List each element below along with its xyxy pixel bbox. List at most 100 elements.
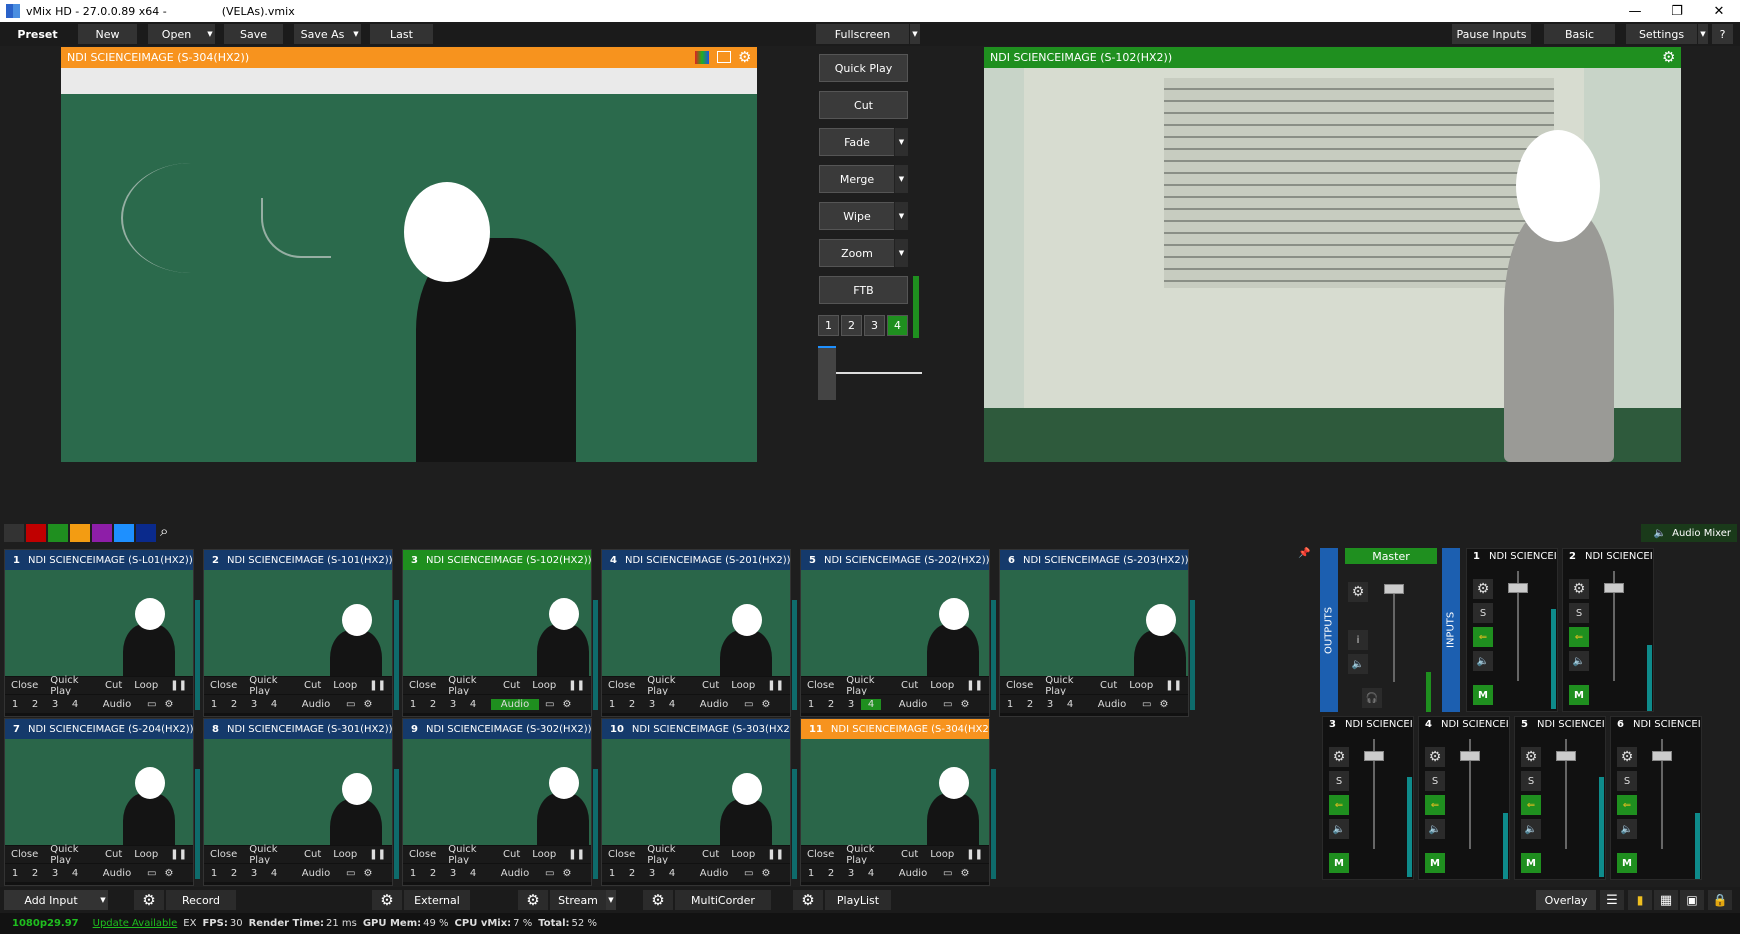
layer-button[interactable]: 3	[45, 699, 65, 710]
input-gear-icon[interactable]: ⚙	[761, 868, 770, 879]
input-close-button[interactable]: Close	[608, 849, 635, 860]
multicorder-gear-icon[interactable]: ⚙	[643, 890, 673, 910]
input-close-button[interactable]: Close	[409, 849, 436, 860]
outputs-tab[interactable]: OUTPUTS	[1320, 548, 1338, 712]
list-view-icon[interactable]: ☰	[1600, 890, 1624, 910]
input-quick-play-button[interactable]: Quick Play	[647, 675, 690, 697]
input-gear-icon[interactable]: ⚙	[761, 699, 770, 710]
input-close-button[interactable]: Close	[608, 680, 635, 691]
input-cut-button[interactable]: Cut	[304, 849, 321, 860]
input-cut-button[interactable]: Cut	[901, 680, 918, 691]
input-quick-play-button[interactable]: Quick Play	[846, 844, 889, 866]
input-quick-play-button[interactable]: Quick Play	[448, 675, 491, 697]
preset-button[interactable]: Preset	[10, 24, 66, 44]
input-thumbnail[interactable]	[602, 570, 790, 676]
input-cut-button[interactable]: Cut	[503, 849, 520, 860]
layer-button[interactable]: 3	[244, 868, 264, 879]
input-audio-button[interactable]: Audio	[292, 868, 340, 879]
color-filter-red[interactable]	[26, 524, 46, 542]
input-thumbnail[interactable]	[801, 570, 989, 676]
input-tile[interactable]: 9 NDI SCIENCEIMAGE (S-302(HX2)) Close Quick…	[402, 718, 598, 886]
layer-button[interactable]: 1	[602, 868, 622, 879]
pin-icon[interactable]: 📌	[1298, 548, 1310, 564]
new-button[interactable]: New	[78, 24, 138, 44]
input-loop-button[interactable]: Loop	[731, 680, 755, 691]
input-close-button[interactable]: Close	[11, 680, 38, 691]
record-button[interactable]: Record	[166, 890, 236, 910]
input-audio-button[interactable]: Audio	[292, 699, 340, 710]
input-quick-play-button[interactable]: Quick Play	[249, 675, 292, 697]
pause-icon[interactable]: ❚❚	[1165, 680, 1182, 691]
overlay-button[interactable]: Overlay	[1536, 890, 1596, 910]
input-gear-icon[interactable]: ⚙	[164, 868, 173, 879]
open-button[interactable]: Open	[148, 24, 206, 44]
mute-button[interactable]: M	[1329, 853, 1349, 873]
input-tile[interactable]: 2 NDI SCIENCEIMAGE (S-101(HX2)) Close Quick…	[203, 549, 399, 717]
pause-icon[interactable]: ❚❚	[568, 680, 585, 691]
pause-icon[interactable]: ❚❚	[767, 680, 784, 691]
layer-button[interactable]: 1	[1000, 699, 1020, 710]
layer-button[interactable]: 3	[1040, 699, 1060, 710]
mute-button[interactable]: M	[1425, 853, 1445, 873]
layer-button[interactable]: 2	[423, 699, 443, 710]
input-header[interactable]: 8 NDI SCIENCEIMAGE (S-301(HX2))	[204, 719, 392, 739]
input-thumbnail[interactable]	[5, 570, 193, 676]
lock-icon[interactable]: 🔒	[1708, 890, 1732, 910]
input-close-button[interactable]: Close	[409, 680, 436, 691]
record-gear-icon[interactable]: ⚙	[134, 890, 164, 910]
input-thumbnail[interactable]	[1000, 570, 1188, 676]
input-thumbnail[interactable]	[204, 739, 392, 845]
channel-gear-icon[interactable]: ⚙	[1617, 747, 1637, 767]
save-as-dropdown-icon[interactable]: ▼	[351, 24, 361, 44]
cut-button[interactable]: Cut	[819, 91, 908, 119]
layer-button[interactable]: 3	[642, 868, 662, 879]
layer-button[interactable]: 1	[204, 868, 224, 879]
bus-route-arrow-icon[interactable]: ⇐	[1569, 627, 1589, 647]
channel-fader[interactable]	[1508, 583, 1528, 593]
solo-button[interactable]: S	[1425, 771, 1445, 791]
input-loop-button[interactable]: Loop	[134, 680, 158, 691]
input-cut-button[interactable]: Cut	[702, 680, 719, 691]
playlist-gear-icon[interactable]: ⚙	[793, 890, 823, 910]
pause-icon[interactable]: ❚❚	[966, 849, 983, 860]
layer-button[interactable]: 2	[1020, 699, 1040, 710]
input-loop-button[interactable]: Loop	[1129, 680, 1153, 691]
playlist-button[interactable]: PlayList	[825, 890, 891, 910]
input-tile[interactable]: 10 NDI SCIENCEIMAGE (S-303(HX2)) Close Quic…	[601, 718, 797, 886]
channel-speaker-icon[interactable]: 🔈	[1617, 819, 1637, 839]
mute-button[interactable]: M	[1521, 853, 1541, 873]
input-loop-button[interactable]: Loop	[333, 680, 357, 691]
layer-button[interactable]: 1	[801, 868, 821, 879]
input-header[interactable]: 9 NDI SCIENCEIMAGE (S-302(HX2))	[403, 719, 591, 739]
bus-route-arrow-icon[interactable]: ⇐	[1425, 795, 1445, 815]
input-quick-play-button[interactable]: Quick Play	[647, 844, 690, 866]
output-gear-icon[interactable]: ⚙	[1662, 48, 1675, 66]
pause-icon[interactable]: ❚❚	[767, 849, 784, 860]
multicorder-button[interactable]: MultiCorder	[675, 890, 771, 910]
bus-route-arrow-icon[interactable]: ⇐	[1473, 627, 1493, 647]
input-header[interactable]: 7 NDI SCIENCEIMAGE (S-204(HX2))	[5, 719, 193, 739]
layer-button[interactable]: 1	[5, 699, 25, 710]
input-cut-button[interactable]: Cut	[105, 849, 122, 860]
color-correction-icon[interactable]	[695, 51, 709, 64]
stream-gear-icon[interactable]: ⚙	[518, 890, 548, 910]
add-input-button[interactable]: Add Input	[4, 890, 98, 910]
channel-speaker-icon[interactable]: 🔈	[1329, 819, 1349, 839]
bus-route-arrow-icon[interactable]: ⇐	[1329, 795, 1349, 815]
stream-button[interactable]: Stream	[550, 890, 606, 910]
layer-button[interactable]: 2	[224, 699, 244, 710]
preview-gear-icon[interactable]: ⚙	[738, 48, 751, 66]
monitor-icon[interactable]: ▭	[346, 699, 355, 710]
monitor-icon[interactable]: ▭	[943, 868, 952, 879]
input-audio-button[interactable]: Audio	[889, 699, 937, 710]
monitor-icon[interactable]: ▭	[943, 699, 952, 710]
pause-inputs-button[interactable]: Pause Inputs	[1452, 24, 1532, 44]
input-close-button[interactable]: Close	[11, 849, 38, 860]
solo-button[interactable]: S	[1521, 771, 1541, 791]
monitor-icon[interactable]: ▭	[1142, 699, 1151, 710]
input-loop-button[interactable]: Loop	[532, 680, 556, 691]
merge-dropdown-icon[interactable]: ▼	[894, 165, 908, 193]
layer-button[interactable]: 4	[65, 699, 85, 710]
input-loop-button[interactable]: Loop	[731, 849, 755, 860]
t-bar-handle[interactable]	[818, 346, 836, 400]
